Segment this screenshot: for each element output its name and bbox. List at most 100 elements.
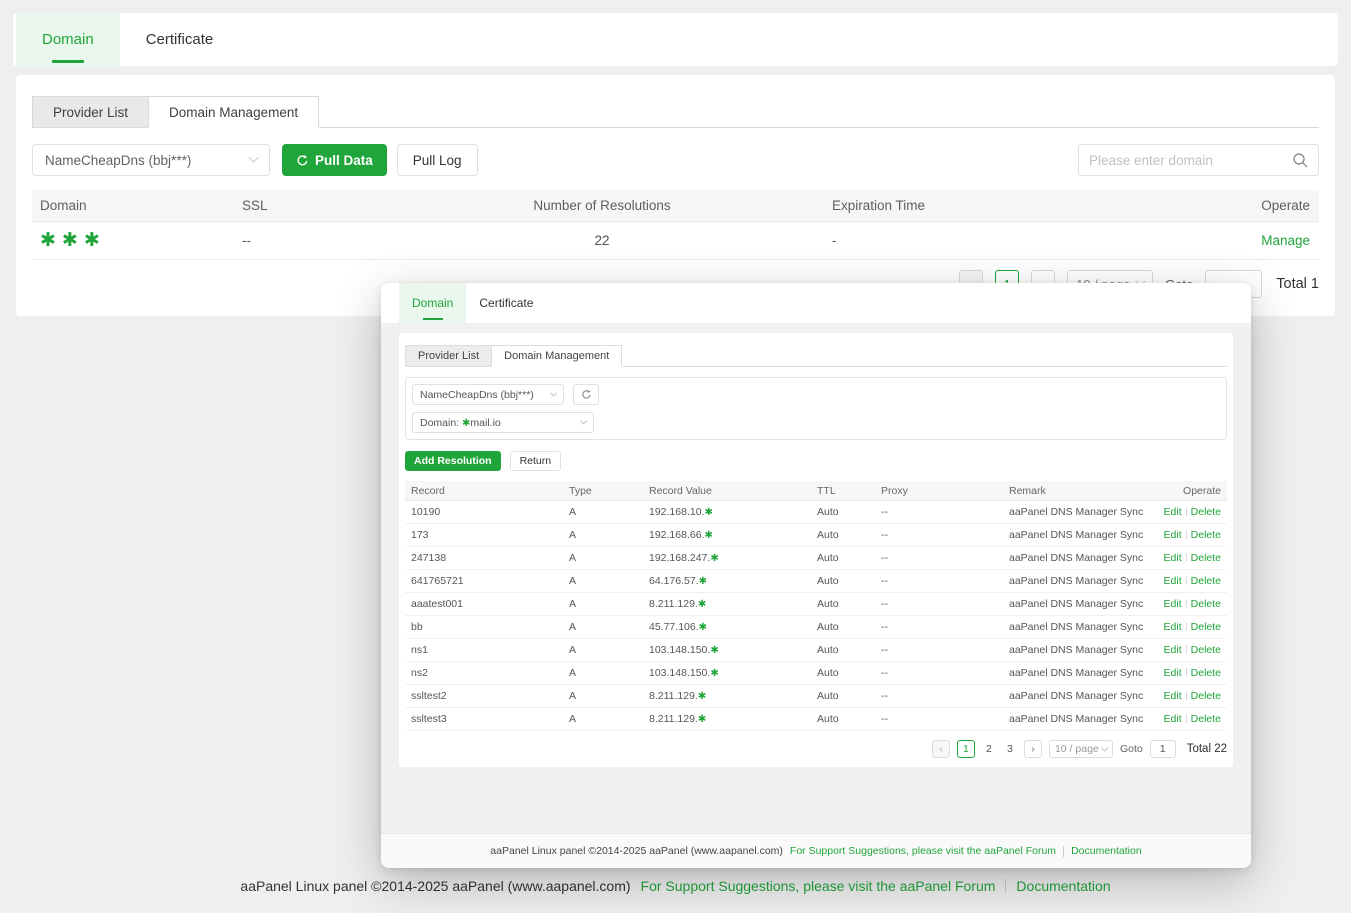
delete-link[interactable]: Delete bbox=[1191, 690, 1221, 702]
record-remark: aaPanel DNS Manager Sync bbox=[1009, 667, 1149, 679]
tab-domain-management-label: Domain Management bbox=[169, 105, 298, 120]
dialog-page-3-button[interactable]: 3 bbox=[1003, 743, 1017, 755]
divider bbox=[1063, 846, 1064, 857]
dialog-footer-support-link[interactable]: For Support Suggestions, please visit th… bbox=[790, 845, 1056, 857]
edit-link[interactable]: Edit bbox=[1164, 667, 1182, 679]
edit-link[interactable]: Edit bbox=[1164, 644, 1182, 656]
delete-link[interactable]: Delete bbox=[1191, 667, 1221, 679]
divider bbox=[1186, 622, 1187, 631]
edit-link[interactable]: Edit bbox=[1164, 690, 1182, 702]
dialog-prev-page-button[interactable]: ‹ bbox=[932, 740, 950, 758]
record-operate: Edit Delete bbox=[1149, 529, 1227, 541]
dialog-tab-certificate-label: Certificate bbox=[479, 296, 533, 310]
record-ttl: Auto bbox=[817, 575, 881, 587]
record-row: 173 A 192.168.66.✱ Auto -- aaPanel DNS M… bbox=[405, 524, 1227, 547]
footer-support-link[interactable]: For Support Suggestions, please visit th… bbox=[641, 878, 996, 894]
delete-link[interactable]: Delete bbox=[1191, 713, 1221, 725]
divider bbox=[1186, 553, 1187, 562]
delete-link[interactable]: Delete bbox=[1191, 552, 1221, 564]
record-ttl: Auto bbox=[817, 644, 881, 656]
pull-log-button[interactable]: Pull Log bbox=[397, 144, 478, 176]
tab-provider-list[interactable]: Provider List bbox=[32, 96, 149, 128]
tab-certificate[interactable]: Certificate bbox=[120, 13, 240, 66]
dialog-inner-tab-bar: Provider List Domain Management bbox=[405, 345, 1227, 367]
delete-link[interactable]: Delete bbox=[1191, 575, 1221, 587]
dialog-refresh-button[interactable] bbox=[573, 384, 599, 405]
tab-domain[interactable]: Domain bbox=[16, 13, 120, 66]
record-value: 8.211.129.✱ bbox=[649, 713, 817, 725]
col-expiration: Expiration Time bbox=[732, 198, 1199, 213]
record-value: 192.168.10.✱ bbox=[649, 506, 817, 518]
tab-certificate-label: Certificate bbox=[146, 31, 214, 48]
footer-docs-link[interactable]: Documentation bbox=[1016, 878, 1110, 894]
add-resolution-label: Add Resolution bbox=[414, 455, 492, 467]
edit-link[interactable]: Edit bbox=[1164, 552, 1182, 564]
mask-asterisk: ✱ bbox=[704, 530, 712, 541]
record-remark: aaPanel DNS Manager Sync bbox=[1009, 552, 1149, 564]
dialog-tab-certificate[interactable]: Certificate bbox=[466, 283, 546, 323]
record-remark: aaPanel DNS Manager Sync bbox=[1009, 644, 1149, 656]
edit-link[interactable]: Edit bbox=[1164, 575, 1182, 587]
dialog-goto-label: Goto bbox=[1120, 743, 1143, 755]
divider bbox=[1186, 645, 1187, 654]
mask-asterisk: ✱ bbox=[698, 714, 706, 725]
dialog-page-1-button[interactable]: 1 bbox=[957, 740, 975, 758]
dialog-provider-select[interactable]: NameCheapDns (bbj***) bbox=[412, 384, 564, 405]
add-resolution-button[interactable]: Add Resolution bbox=[405, 451, 501, 471]
dialog-filter-box: NameCheapDns (bbj***) Domain: ✱mail.io bbox=[405, 377, 1227, 440]
delete-link[interactable]: Delete bbox=[1191, 529, 1221, 541]
record-proxy: -- bbox=[881, 506, 1009, 518]
record-operate: Edit Delete bbox=[1149, 575, 1227, 587]
divider bbox=[1186, 668, 1187, 677]
resolutions-count: 22 bbox=[472, 233, 732, 248]
dialog-next-page-button[interactable]: › bbox=[1024, 740, 1042, 758]
record-value: 192.168.66.✱ bbox=[649, 529, 817, 541]
domain-value-masked: ✱✱✱ bbox=[40, 229, 106, 251]
domain-name: mail.io bbox=[470, 417, 500, 429]
return-button[interactable]: Return bbox=[510, 451, 562, 471]
manage-link[interactable]: Manage bbox=[1261, 233, 1310, 248]
header-tab-bar: Domain Certificate bbox=[13, 13, 1338, 66]
delete-link[interactable]: Delete bbox=[1191, 644, 1221, 656]
tab-domain-management[interactable]: Domain Management bbox=[148, 96, 319, 128]
record-proxy: -- bbox=[881, 690, 1009, 702]
col-domain: Domain bbox=[32, 198, 242, 213]
record-name: bb bbox=[405, 621, 569, 633]
edit-link[interactable]: Edit bbox=[1164, 621, 1182, 633]
provider-select[interactable]: NameCheapDns (bbj***) bbox=[32, 144, 270, 176]
dialog-goto-input[interactable] bbox=[1150, 740, 1176, 758]
dialog-tab-provider-list[interactable]: Provider List bbox=[405, 345, 492, 367]
record-type: A bbox=[569, 552, 649, 564]
search-icon[interactable] bbox=[1292, 152, 1308, 168]
expiration-value: - bbox=[732, 233, 1199, 248]
edit-link[interactable]: Edit bbox=[1164, 598, 1182, 610]
dialog-per-page-value: 10 / page bbox=[1055, 743, 1099, 755]
dialog-page-1-label: 1 bbox=[963, 743, 969, 755]
dialog-actions: Add Resolution Return bbox=[405, 451, 1227, 471]
chevron-down-icon bbox=[1101, 744, 1108, 751]
record-proxy: -- bbox=[881, 575, 1009, 587]
col-operate: Operate bbox=[1149, 485, 1227, 497]
edit-link[interactable]: Edit bbox=[1164, 713, 1182, 725]
tab-provider-list-label: Provider List bbox=[53, 105, 128, 120]
pull-data-button[interactable]: Pull Data bbox=[282, 144, 387, 176]
delete-link[interactable]: Delete bbox=[1191, 621, 1221, 633]
record-name: ssltest2 bbox=[405, 690, 569, 702]
delete-link[interactable]: Delete bbox=[1191, 506, 1221, 518]
delete-link[interactable]: Delete bbox=[1191, 598, 1221, 610]
divider bbox=[1186, 576, 1187, 585]
edit-link[interactable]: Edit bbox=[1164, 506, 1182, 518]
dialog-tab-domain[interactable]: Domain bbox=[399, 283, 466, 323]
edit-link[interactable]: Edit bbox=[1164, 529, 1182, 541]
dialog-provider-select-value: NameCheapDns (bbj***) bbox=[420, 389, 534, 401]
dialog-page-2-button[interactable]: 2 bbox=[982, 743, 996, 755]
search-input[interactable] bbox=[1089, 153, 1292, 168]
record-remark: aaPanel DNS Manager Sync bbox=[1009, 575, 1149, 587]
dialog-per-page-select[interactable]: 10 / page bbox=[1049, 740, 1113, 758]
divider bbox=[1005, 879, 1006, 893]
dialog-tab-domain-management[interactable]: Domain Management bbox=[491, 345, 622, 367]
dialog-domain-select[interactable]: Domain: ✱mail.io bbox=[412, 412, 594, 433]
dialog-footer-docs-link[interactable]: Documentation bbox=[1071, 845, 1142, 857]
record-value: 192.168.247.✱ bbox=[649, 552, 817, 564]
record-row: 247138 A 192.168.247.✱ Auto -- aaPanel D… bbox=[405, 547, 1227, 570]
